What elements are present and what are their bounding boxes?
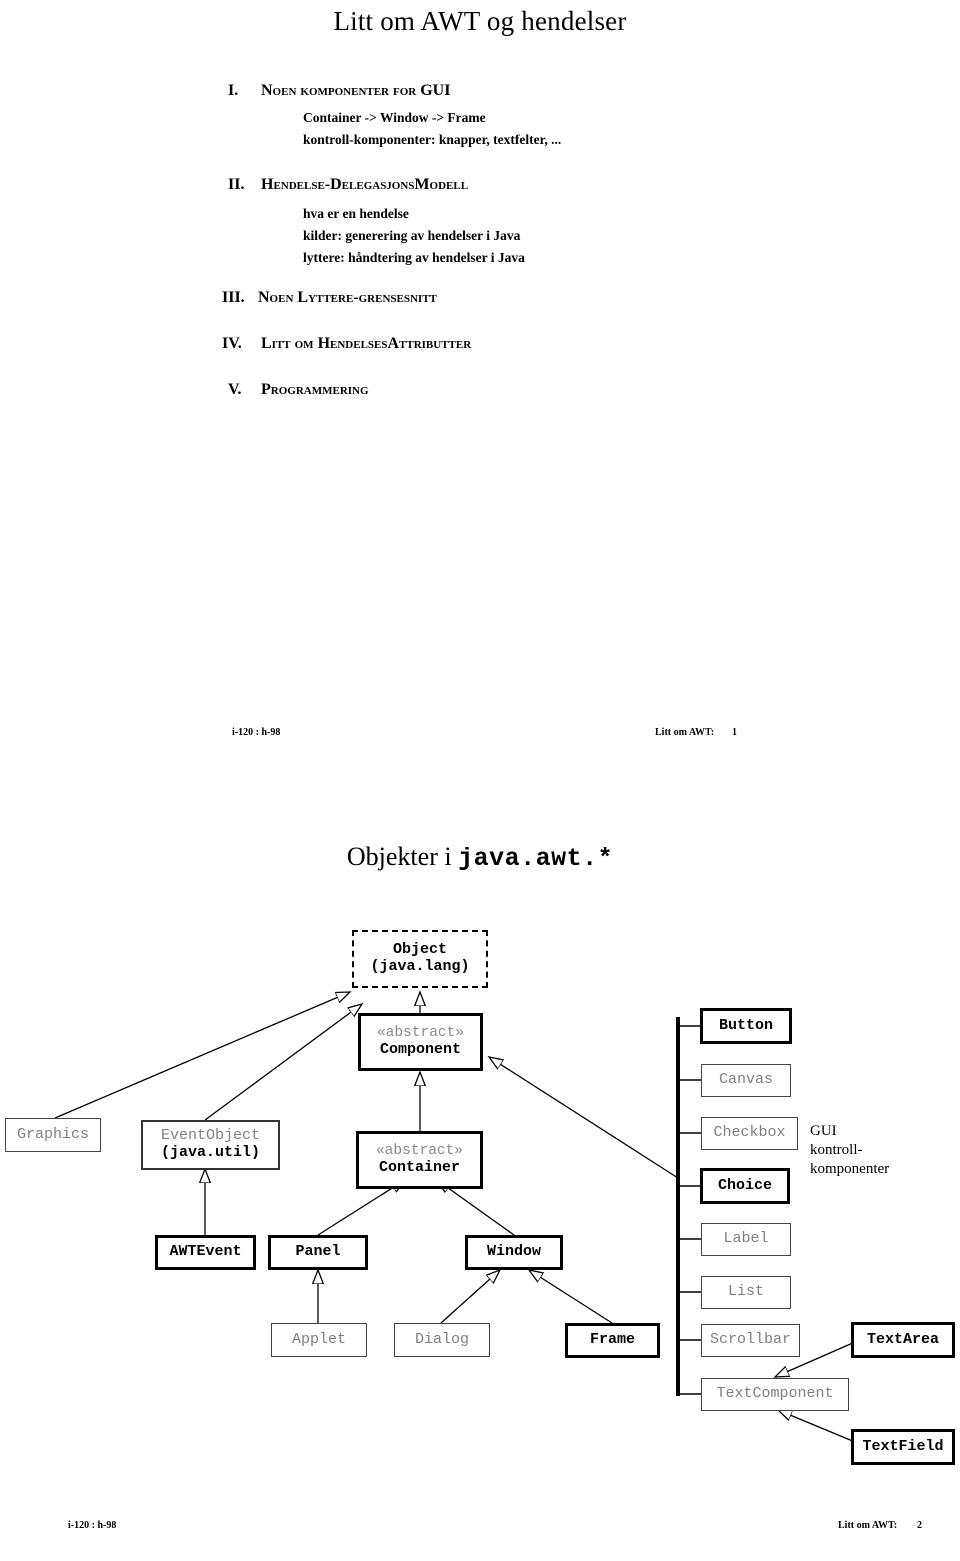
outline-number-5: V.: [228, 381, 242, 398]
class-name-textcomponent: TextComponent: [716, 1385, 834, 1403]
outline-heading-1: Noen komponenter for GUI: [261, 82, 451, 99]
class-name-label: Label: [723, 1230, 769, 1248]
class-name-button: Button: [718, 1016, 773, 1034]
stereotype-component: «abstract»: [376, 1025, 464, 1042]
outline-number-3: III.: [222, 289, 245, 306]
annotation-line-3: komponenter: [810, 1160, 890, 1177]
class-box-textfield: TextField: [851, 1429, 955, 1465]
class-diagram: Object (java.lang) «abstract» Component …: [0, 780, 960, 1561]
footer-course-code-2: i-120 : h-98: [68, 1520, 117, 1531]
gui-components-annotation: GUI kontroll- komponenter: [810, 1122, 889, 1178]
footer-course-code: i-120 : h-98: [232, 727, 281, 738]
footer-page-number-2: 2: [917, 1520, 922, 1531]
outline-number-1: I.: [228, 82, 239, 99]
outline-item-4: IV. Litt om HendelsesAttributter: [0, 335, 960, 379]
class-name-eventobject: EventObject: [160, 1127, 261, 1145]
class-box-container: «abstract» Container: [356, 1131, 483, 1189]
class-name-graphics: Graphics: [16, 1125, 89, 1143]
class-package-eventobject: (java.util): [160, 1144, 261, 1161]
page-1: Litt om AWT og hendelser I. Noen kompone…: [0, 0, 960, 780]
class-name-scrollbar: Scrollbar: [709, 1331, 791, 1349]
outline-sub-2-2: kilder: generering av hendelser i Java: [303, 228, 521, 243]
class-box-applet: Applet: [271, 1323, 367, 1357]
stereotype-container: «abstract»: [375, 1143, 463, 1160]
footer-doc-name: Litt om AWT:: [655, 727, 715, 738]
class-name-container: Container: [378, 1158, 460, 1176]
class-name-frame: Frame: [589, 1331, 635, 1349]
class-box-awtevent: AWTEvent: [155, 1235, 256, 1270]
outline-number-4: IV.: [222, 335, 242, 352]
class-name-object: Object: [392, 941, 447, 959]
class-name-checkbox: Checkbox: [713, 1124, 786, 1142]
annotation-line-2: kontroll-: [810, 1141, 863, 1158]
class-box-canvas: Canvas: [701, 1064, 791, 1097]
outline-heading-2: Hendelse-DelegasjonsModell: [261, 176, 469, 193]
outline-sub-2-3: lyttere: håndtering av hendelser i Java: [303, 250, 525, 265]
class-name-applet: Applet: [291, 1330, 346, 1348]
class-name-canvas: Canvas: [718, 1071, 773, 1089]
class-box-window: Window: [465, 1235, 563, 1270]
class-name-list: List: [727, 1283, 764, 1301]
class-box-frame: Frame: [565, 1323, 660, 1358]
outline-item-3: III. Noen Lyttere-grensesnitt: [0, 289, 960, 333]
class-package-object: (java.lang): [370, 958, 470, 975]
class-box-list: List: [701, 1276, 791, 1309]
footer-page-number: 1: [732, 727, 737, 738]
class-name-panel: Panel: [295, 1243, 341, 1261]
outline-item-5: V. Programmering: [0, 381, 960, 425]
class-box-graphics: Graphics: [5, 1118, 101, 1152]
page-2: Objekter i java.awt.* Object (java.lang)…: [0, 780, 960, 1561]
outline-heading-4: Litt om HendelsesAttributter: [261, 335, 472, 352]
class-box-textarea: TextArea: [851, 1322, 955, 1358]
outline-list: I. Noen komponenter for GUI Container ->…: [0, 82, 960, 427]
annotation-line-1: GUI: [810, 1123, 837, 1139]
outline-heading-3: Noen Lyttere-grensesnitt: [258, 289, 437, 306]
class-box-eventobject: EventObject (java.util): [141, 1120, 280, 1170]
class-box-textcomponent: TextComponent: [701, 1378, 849, 1411]
class-name-dialog: Dialog: [414, 1330, 469, 1348]
class-name-window: Window: [486, 1243, 541, 1261]
outline-item-1: I. Noen komponenter for GUI Container ->…: [0, 82, 960, 152]
outline-sub-1-1: Container -> Window -> Frame: [303, 110, 486, 125]
outline-sub-1-2: kontroll-komponenter: knapper, textfelte…: [303, 132, 562, 147]
class-box-choice: Choice: [700, 1168, 790, 1204]
class-name-awtevent: AWTEvent: [169, 1243, 242, 1261]
class-box-object: Object (java.lang): [352, 930, 488, 988]
outline-heading-5: Programmering: [261, 381, 369, 398]
class-box-checkbox: Checkbox: [701, 1117, 798, 1150]
class-box-button: Button: [700, 1008, 792, 1044]
outline-item-2: II. Hendelse-DelegasjonsModell hva er en…: [0, 176, 960, 281]
outline-sub-2-1: hva er en hendelse: [303, 206, 409, 221]
class-box-panel: Panel: [268, 1235, 368, 1270]
class-box-scrollbar: Scrollbar: [701, 1324, 800, 1357]
class-name-choice: Choice: [717, 1176, 772, 1194]
outline-number-2: II.: [228, 176, 245, 193]
class-box-dialog: Dialog: [394, 1323, 490, 1357]
class-name-textfield: TextField: [862, 1437, 944, 1455]
class-name-textarea: TextArea: [866, 1330, 939, 1348]
footer-doc-name-2: Litt om AWT:: [838, 1520, 898, 1531]
class-box-label: Label: [701, 1223, 791, 1256]
class-name-component: Component: [379, 1040, 461, 1058]
class-box-component: «abstract» Component: [358, 1013, 483, 1071]
page-title: Litt om AWT og hendelser: [333, 6, 627, 36]
